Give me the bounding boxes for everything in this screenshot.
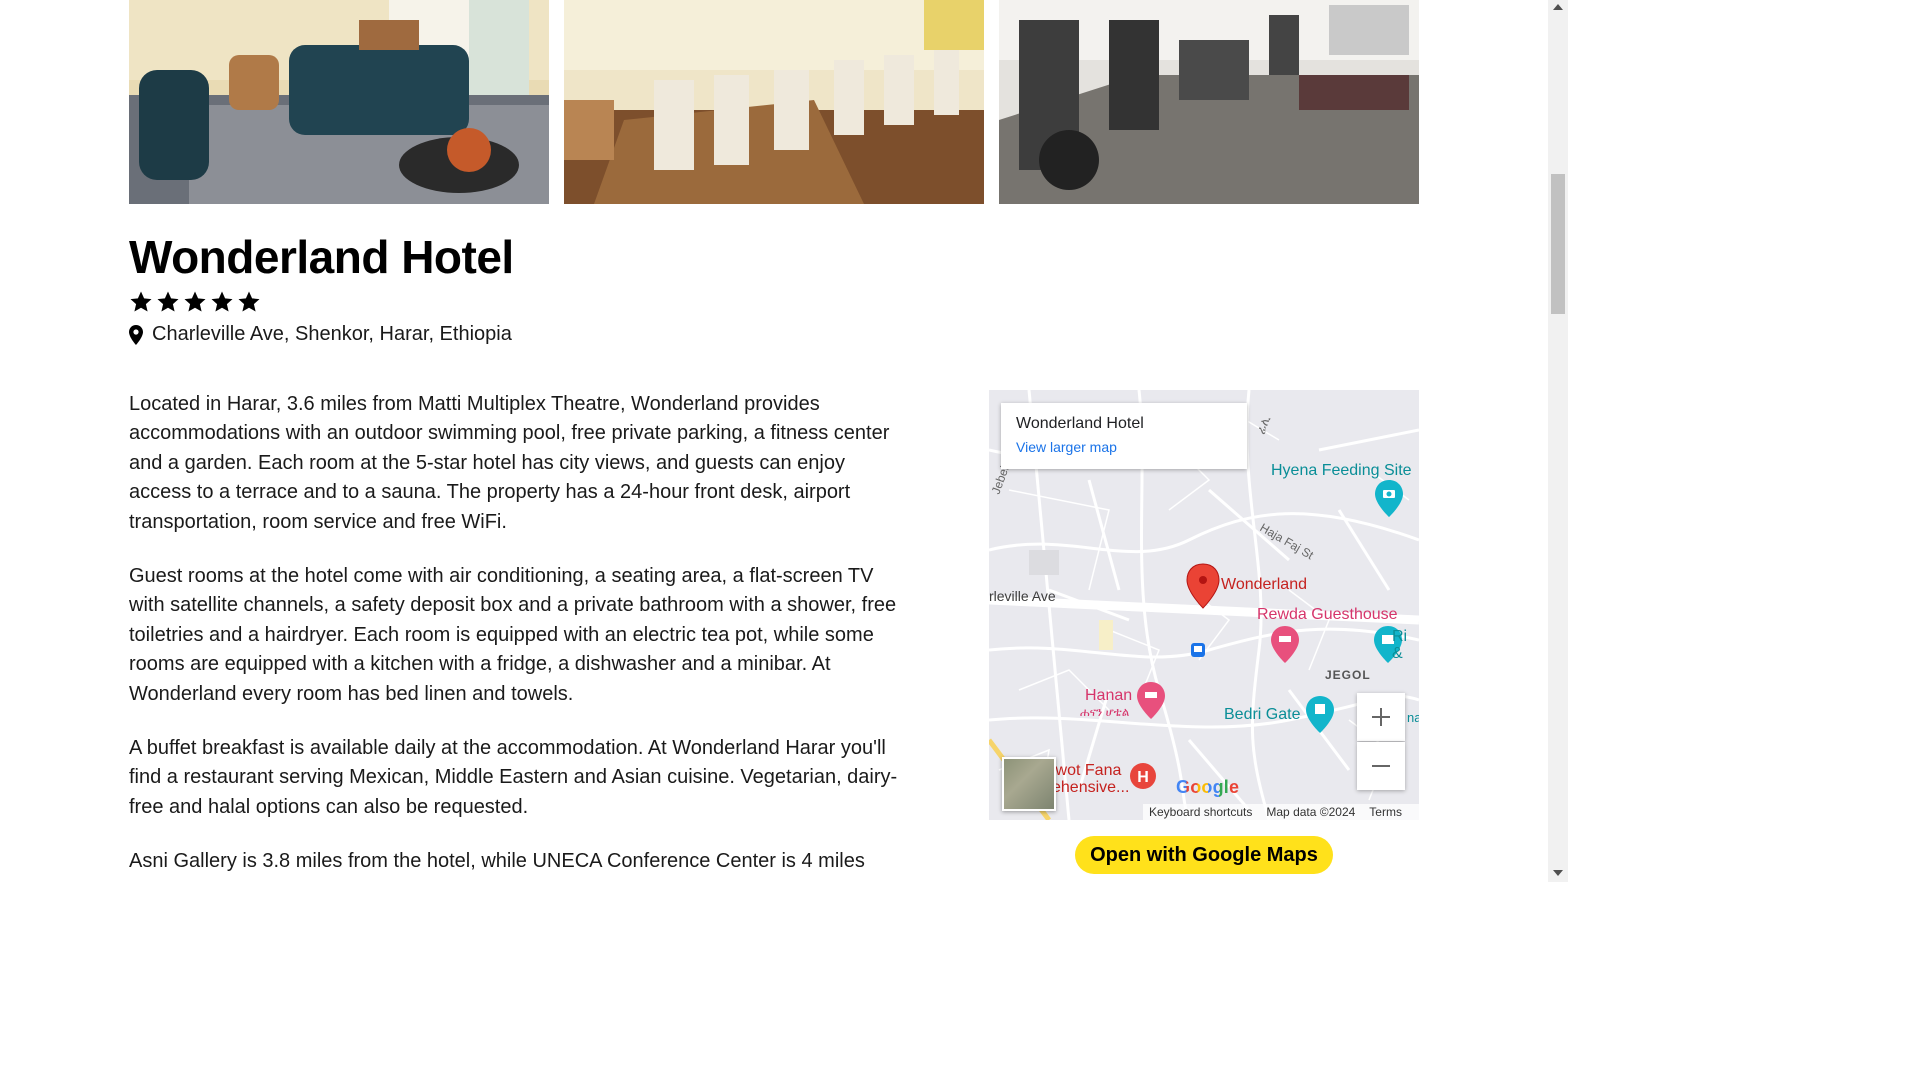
star-icon — [184, 291, 206, 312]
scroll-down-arrow-icon[interactable] — [1553, 870, 1563, 876]
hospital-poi-icon[interactable]: H — [1130, 763, 1156, 789]
description-paragraph: Guest rooms at the hotel come with air c… — [129, 565, 897, 705]
embedded-map[interactable]: H ፊሊ Haja Faj St Jebel Wonderland Hotel … — [989, 390, 1419, 820]
google-logo: Google — [1176, 777, 1239, 798]
page-scrollbar[interactable] — [1548, 0, 1568, 882]
map-data-text: Map data ©2024 — [1266, 805, 1356, 819]
location-pin-icon — [129, 324, 143, 345]
scrollbar-thumb[interactable] — [1551, 174, 1565, 314]
map-label-fana[interactable]: iwot Fana ehensive... — [1052, 762, 1129, 796]
gallery-photo-restaurant[interactable] — [564, 0, 984, 204]
map-info-card: Wonderland Hotel View larger map — [1001, 403, 1247, 469]
hotel-name: Wonderland Hotel — [129, 231, 514, 283]
zoom-in-button[interactable] — [1357, 693, 1405, 741]
photo-gallery — [129, 0, 1419, 204]
minus-icon — [1372, 765, 1390, 767]
plus-icon — [1372, 708, 1390, 726]
map-label-fana-line2: ehensive... — [1052, 779, 1130, 796]
star-icon — [238, 291, 260, 312]
zoom-out-button[interactable] — [1357, 742, 1405, 790]
map-label-na: na — [1407, 710, 1419, 725]
star-icon — [130, 291, 152, 312]
map-label-ri[interactable]: Ri & — [1392, 628, 1407, 662]
gallery-photo-gym[interactable] — [999, 0, 1419, 204]
map-label-fana-line1: iwot Fana — [1052, 762, 1122, 779]
description-paragraph: Located in Harar, 3.6 miles from Matti M… — [129, 393, 890, 533]
scroll-up-arrow-icon[interactable] — [1553, 4, 1563, 10]
star-icon — [157, 291, 179, 312]
hotel-description: Located in Harar, 3.6 miles from Matti M… — [129, 390, 904, 902]
map-label-rewda[interactable]: Rewda Guesthouse — [1257, 606, 1398, 624]
star-icon — [211, 291, 233, 312]
map-card-title: Wonderland Hotel — [1016, 415, 1144, 432]
view-larger-map-link[interactable]: View larger map — [1016, 439, 1117, 455]
map-label-ri-line1: Ri — [1392, 628, 1408, 645]
satellite-toggle[interactable] — [1002, 757, 1056, 811]
description-paragraph: A buffet breakfast is available daily at… — [129, 737, 898, 818]
map-label-hanan[interactable]: Hanan — [1085, 687, 1132, 705]
map-label-bedri[interactable]: Bedri Gate — [1224, 706, 1300, 724]
description-paragraph: Asni Gallery is 3.8 miles from the hotel… — [129, 850, 865, 873]
hotel-address: Charleville Ave, Shenkor, Harar, Ethiopi… — [129, 323, 512, 346]
google-logo-text: Google — [1176, 777, 1240, 797]
bus-stop-icon[interactable] — [1191, 643, 1205, 657]
address-text: Charleville Ave, Shenkor, Harar, Ethiopi… — [152, 323, 512, 345]
keyboard-shortcuts-link[interactable]: Keyboard shortcuts — [1149, 805, 1252, 819]
map-label-jegol: JEGOL — [1325, 668, 1371, 682]
gallery-photo-lounge[interactable] — [129, 0, 549, 204]
map-label-ri-line2: & — [1392, 645, 1403, 662]
svg-text:H: H — [1137, 769, 1149, 786]
map-label-wonderland[interactable]: Wonderland — [1221, 576, 1307, 594]
terms-link[interactable]: Terms — [1369, 805, 1402, 819]
map-label-street: rleville Ave — [989, 588, 1056, 604]
map-label-hyena[interactable]: Hyena Feeding Site — [1271, 462, 1412, 480]
star-rating — [129, 290, 261, 314]
map-label-hanan-amharic[interactable]: ሐናን ሆቴል — [1080, 705, 1129, 720]
open-google-maps-button[interactable]: Open with Google Maps — [1075, 836, 1333, 874]
map-footer: Keyboard shortcuts Map data ©2024 Terms — [1143, 804, 1419, 820]
